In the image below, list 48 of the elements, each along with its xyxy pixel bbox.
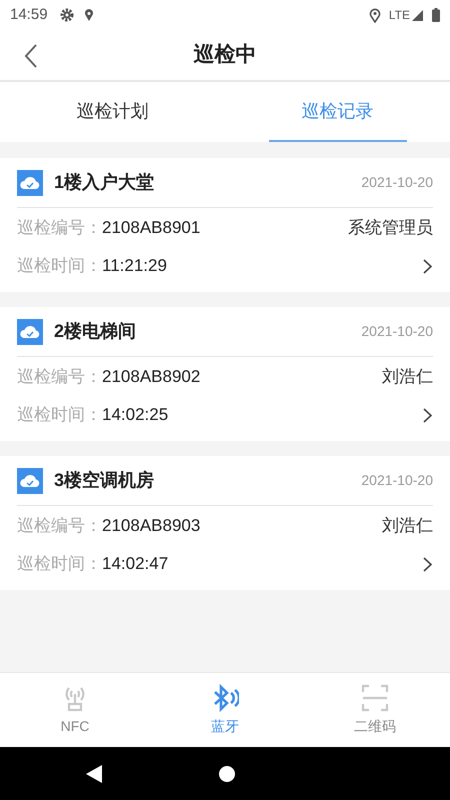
location-icon [84,8,94,22]
cloud-check-icon [17,170,43,196]
chevron-right-icon[interactable] [423,258,432,274]
signal-icon [411,8,424,22]
inspector-name: 刘浩仁 [382,366,433,388]
back-nav-icon[interactable] [86,764,102,782]
inspector-name: 系统管理员 [348,217,433,240]
field-label: 巡检时间： [17,404,102,426]
cloud-check-icon [17,468,43,494]
inspector-name: 刘浩仁 [382,515,433,538]
nav-tab[interactable]: 二维码 [300,673,450,747]
record-time: 14:02:25 [102,404,168,426]
status-time: 14:59 [10,4,48,25]
field-label: 巡检编号： [17,366,102,388]
page-title: 巡检中 [194,42,256,68]
nav-label: 二维码 [354,716,396,736]
record-title: 3楼空调机房 [54,469,154,492]
battery-icon [432,8,440,22]
network-type: LTE [388,7,410,24]
location-icon [368,8,381,22]
record-card[interactable]: 1楼入户大堂 2021-10-20 巡检编号：2108AB8901 系统管理员 巡检时间：11:21:29 [0,158,450,292]
record-number: 2108AB8901 [102,217,200,240]
record-number: 2108AB8903 [102,515,200,538]
field-label: 巡检时间： [17,553,102,576]
nav-label: 蓝牙 [211,716,239,736]
field-label: 巡检时间： [17,255,102,278]
home-nav-button[interactable] [219,766,235,782]
record-card[interactable]: 2楼电梯间 2021-10-20 巡检编号：2108AB8902 刘浩仁 巡检时间：14:02:25 [0,307,450,441]
record-date: 2021-10-20 [361,471,433,490]
record-number: 2108AB8902 [102,366,200,388]
field-label: 巡检编号： [17,217,102,240]
chevron-right-icon[interactable] [423,556,432,572]
scan-icon [361,684,389,712]
record-date: 2021-10-20 [361,322,433,341]
record-date: 2021-10-20 [361,173,433,192]
back-icon[interactable] [24,44,38,68]
tab[interactable]: 巡检计划 [44,82,182,142]
record-time: 14:02:47 [102,553,168,576]
record-title: 1楼入户大堂 [54,171,154,194]
record-time: 11:21:29 [102,255,167,278]
record-title: 2楼电梯间 [54,320,136,343]
nav-label: NFC [60,716,90,736]
cloud-check-icon [17,318,43,344]
field-label: 巡检编号： [17,515,102,538]
chevron-right-icon[interactable] [423,408,432,422]
settings-icon [60,8,74,22]
nav-tab[interactable]: NFC [0,673,150,747]
record-card[interactable]: 3楼空调机房 2021-10-20 巡检编号：2108AB8903 刘浩仁 巡检时间：14:02:47 [0,456,450,590]
